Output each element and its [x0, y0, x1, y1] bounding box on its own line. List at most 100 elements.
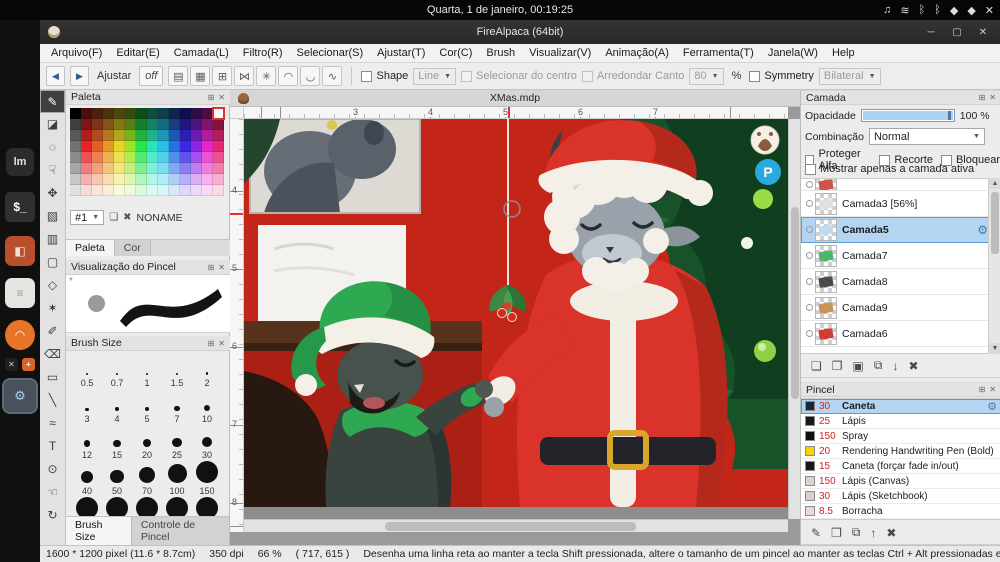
brush-size-30[interactable]: 30 [192, 424, 222, 460]
palette-color[interactable] [136, 174, 147, 185]
layer-row[interactable]: Camada7 [801, 243, 1000, 269]
palette-color[interactable] [70, 152, 81, 163]
palette-color[interactable] [136, 163, 147, 174]
symmetry-checkbox[interactable]: Symmetry [749, 70, 814, 82]
palette-color[interactable] [125, 119, 136, 130]
palette-color[interactable] [92, 108, 103, 119]
palette-color[interactable] [103, 119, 114, 130]
bluetooth-icon[interactable]: ᛒ [919, 4, 926, 16]
palette-color[interactable] [158, 185, 169, 196]
brushsize-close-icon[interactable]: ✕ [218, 339, 225, 348]
snap-circle-icon[interactable]: ◠ [278, 66, 299, 86]
shape-checkbox[interactable]: Shape [361, 70, 408, 82]
brush-size-3[interactable]: 3 [72, 388, 102, 424]
palette-color[interactable] [169, 163, 180, 174]
brush-size-40[interactable]: 40 [72, 460, 102, 496]
solo-layer-checkbox[interactable]: Mostrar apenas a camada ativa [805, 163, 974, 175]
palette-color[interactable] [191, 130, 202, 141]
snap-grid-icon[interactable]: ⊞ [212, 66, 233, 86]
brush-tool[interactable]: ✎ [40, 90, 65, 113]
palette-color[interactable] [180, 152, 191, 163]
palette-color[interactable] [81, 130, 92, 141]
brush-size-15[interactable]: 15 [102, 424, 132, 460]
bluetooth2-icon[interactable]: ᛒ [934, 4, 941, 16]
layer-visibility-icon[interactable] [805, 330, 813, 337]
palette-color[interactable] [136, 185, 147, 196]
palette-color[interactable] [103, 163, 114, 174]
palette-color[interactable] [114, 152, 125, 163]
palette-color[interactable] [81, 152, 92, 163]
snap-poly-icon[interactable]: ∿ [322, 66, 343, 86]
editor-app[interactable]: ≡ [5, 278, 35, 308]
palette-color[interactable] [213, 163, 224, 174]
next-view-button[interactable]: ▶ [70, 66, 89, 86]
palette-color[interactable] [202, 119, 213, 130]
delete-brush-icon[interactable]: ✖ [886, 526, 896, 540]
palette-color[interactable] [103, 185, 114, 196]
menu-item-11[interactable]: Janela(W) [761, 44, 825, 63]
palette-color[interactable] [81, 174, 92, 185]
brush-size-150[interactable]: 150 [192, 460, 222, 496]
layer-visibility-icon[interactable] [805, 278, 813, 285]
palette-color[interactable] [147, 141, 158, 152]
palette-color[interactable] [180, 174, 191, 185]
package-app[interactable]: ◧ [5, 236, 35, 266]
palette-set-select[interactable]: #1 ▼ [70, 210, 105, 225]
text-tool[interactable]: T [40, 435, 65, 458]
brush-size-10[interactable]: 10 [192, 388, 222, 424]
brush-row[interactable]: 20 Rendering Handwriting Pen (Bold) [801, 444, 1000, 459]
eyedropper-tool[interactable]: ⊙ [40, 458, 65, 481]
brush-size-25[interactable]: 25 [162, 424, 192, 460]
palette-float-icon[interactable]: ⊞ [208, 93, 215, 102]
center-checkbox[interactable]: Selecionar do centro [461, 70, 577, 82]
mini-add[interactable]: + [22, 358, 35, 371]
brushpanel-float-icon[interactable]: ⊞ [979, 385, 986, 394]
music-icon[interactable]: ♫ [883, 4, 891, 16]
browser-app[interactable]: ◠ [5, 320, 35, 350]
line-select[interactable]: Line ▼ [413, 67, 457, 85]
palette-color[interactable] [191, 152, 202, 163]
settings-app[interactable]: ⚙ [4, 380, 36, 412]
palette-color[interactable] [125, 141, 136, 152]
palette-color[interactable] [180, 130, 191, 141]
brushsize-float-icon[interactable]: ⊞ [208, 339, 215, 348]
wifi-icon[interactable]: ≋ [900, 4, 909, 17]
palette-color[interactable] [202, 185, 213, 196]
palette-color[interactable] [191, 163, 202, 174]
palette-tab-0[interactable]: Paleta [66, 240, 115, 256]
hand-tool[interactable]: ☜ [40, 481, 65, 504]
palette-color[interactable] [147, 130, 158, 141]
palette-color[interactable] [158, 163, 169, 174]
blend-select[interactable]: Normal ▼ [868, 128, 985, 145]
palette-color[interactable] [147, 108, 158, 119]
palette-color[interactable] [92, 152, 103, 163]
snap-vanish-icon[interactable]: ⋈ [234, 66, 255, 86]
palette-color[interactable] [213, 174, 224, 185]
brush-row[interactable]: 30 Lápis (Sketchbook) [801, 489, 1000, 504]
palette-color[interactable] [169, 130, 180, 141]
palette-color[interactable] [114, 141, 125, 152]
snap-curve-icon[interactable]: ◡ [300, 66, 321, 86]
palette-color[interactable] [81, 119, 92, 130]
palette-color[interactable] [103, 130, 114, 141]
layer-scrollbar[interactable]: ▲ ▼ [988, 178, 1000, 354]
menu-item-0[interactable]: Arquivo(F) [44, 44, 109, 63]
lasso-tool[interactable]: ◇ [40, 274, 65, 297]
scroll-down-icon[interactable]: ▼ [989, 343, 1000, 354]
palette-color[interactable] [70, 174, 81, 185]
palette-color[interactable] [114, 185, 125, 196]
scroll-up-icon[interactable]: ▲ [989, 178, 1000, 189]
rotate-tool[interactable]: ↻ [40, 504, 65, 527]
layer-float-icon[interactable]: ⊞ [979, 93, 986, 102]
palette-color[interactable] [81, 185, 92, 196]
brush-row[interactable]: 15 Caneta (forçar fade in/out) [801, 459, 1000, 474]
round-corner-checkbox[interactable]: Arredondar Canto [581, 70, 684, 82]
menu-item-3[interactable]: Filtro(R) [236, 44, 290, 63]
palette-color[interactable] [213, 185, 224, 196]
delete-layer-icon[interactable]: ✖ [908, 359, 918, 373]
palette-color[interactable] [191, 174, 202, 185]
palette-color[interactable] [169, 185, 180, 196]
palette-color[interactable] [92, 130, 103, 141]
palette-color[interactable] [180, 185, 191, 196]
fill-tool[interactable]: ▧ [40, 205, 65, 228]
